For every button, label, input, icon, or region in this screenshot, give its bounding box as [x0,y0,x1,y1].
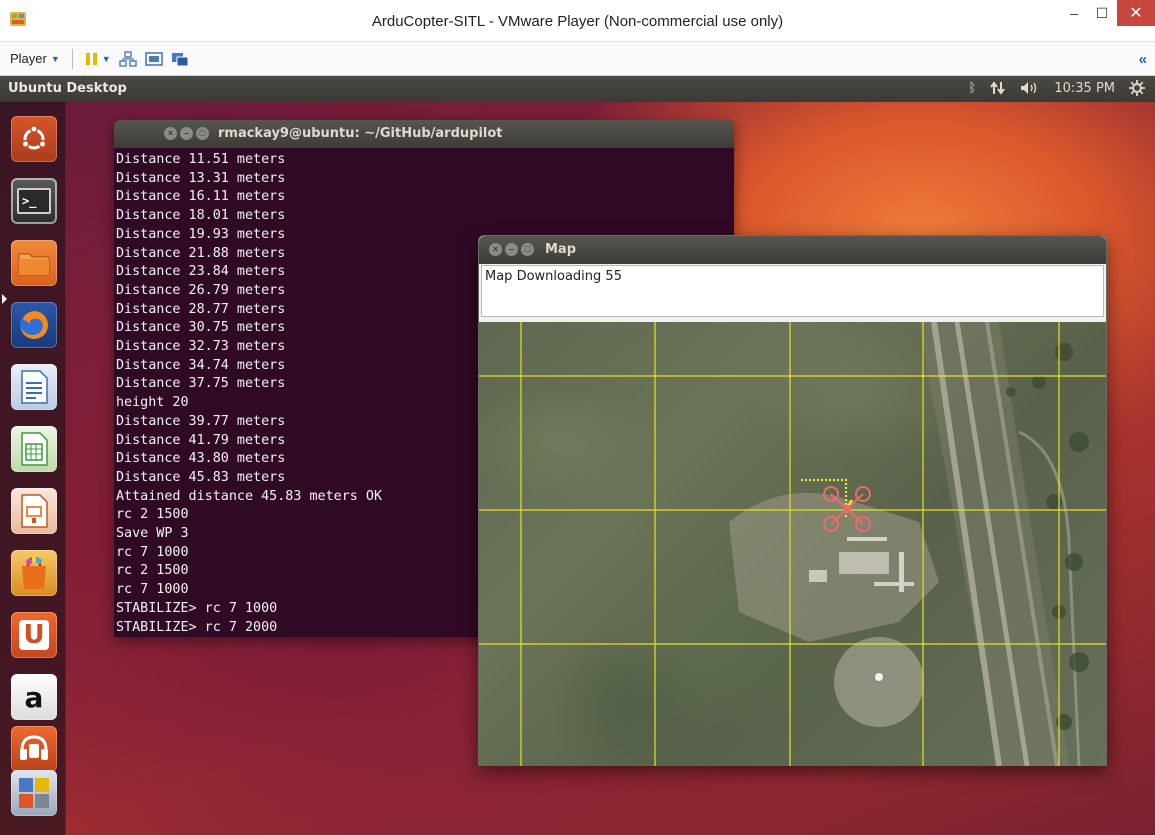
panel-indicators: ᛒ 10:35 PM [969,80,1145,96]
terminal-title: rmackay9@ubuntu: ~/GitHub/ardupilot [218,126,503,141]
launcher-ubuntu-one[interactable]: U [11,612,57,658]
amazon-icon: a [24,680,44,714]
volume-icon[interactable] [1020,81,1040,95]
suspend-button[interactable]: ▼ [85,52,111,66]
building [809,570,827,582]
launcher-writer[interactable] [11,364,57,410]
map-status-text: Map Downloading 55 [485,269,622,284]
session-gear-icon[interactable] [1129,80,1145,96]
pad-center [875,673,883,681]
map-title: Map [545,242,577,257]
folder-icon [18,253,50,276]
toolbar-divider [71,48,73,69]
bluetooth-icon[interactable]: ᛒ [969,81,977,96]
launcher-ubuntu-one-music[interactable] [11,726,57,772]
launcher-dash-home[interactable] [11,116,57,162]
active-app-indicator [2,294,7,304]
cleared-field [729,492,939,642]
close-icon[interactable]: × [489,243,502,256]
terminal-icon: >_ [17,188,51,214]
vmware-titlebar: ArduCopter-SITL - VMware Player (Non-com… [0,0,1155,42]
launcher-calc[interactable] [11,426,57,472]
map-window[interactable]: × – □ Map Map Downloading 55 [478,235,1107,766]
firefox-icon [20,311,48,339]
workspace-switcher-icon [19,778,49,808]
minimize-icon[interactable]: – [505,243,518,256]
send-ctrl-alt-del-icon[interactable] [119,50,137,67]
maximize-icon[interactable]: □ [521,243,534,256]
terminal-line: Distance 16.11 meters [116,189,286,205]
satellite-map[interactable] [479,322,1106,766]
impress-icon [21,494,48,528]
pause-icon [85,52,97,65]
player-menu-label: Player [10,51,47,66]
launcher-firefox[interactable] [11,302,57,348]
map-titlebar[interactable]: × – □ Map [479,236,1106,264]
ubuntu-one-icon: U [19,620,49,650]
close-icon[interactable]: × [164,127,177,140]
building [839,552,889,574]
unity-mode-icon[interactable] [171,51,189,67]
launcher-terminal[interactable]: >_ [11,178,57,224]
launcher-amazon[interactable]: a [11,674,57,720]
fullscreen-icon[interactable] [144,51,163,67]
circular-pad [834,637,924,727]
close-button[interactable]: ✕ [1117,0,1155,26]
clock-label[interactable]: 10:35 PM [1054,81,1115,96]
panel-title: Ubuntu Desktop [8,81,127,96]
chevron-down-icon: ▼ [101,53,111,64]
launcher-files[interactable] [11,240,57,286]
unity-launcher: >_ U a [0,102,66,835]
terminal-line: Distance 13.31 meters [116,170,286,186]
collapse-toolbar-button[interactable]: « [1139,51,1147,68]
player-menu-button[interactable]: Player ▼ [10,51,60,66]
terminal-titlebar[interactable]: × – □ rmackay9@ubuntu: ~/GitHub/ardupilo… [114,120,734,148]
terminal-line: Distance 11.51 meters [116,152,286,167]
window-title: ArduCopter-SITL - VMware Player (Non-com… [371,13,784,30]
vmware-toolbar: Player ▼ ▼ « [0,42,1155,76]
maximize-button[interactable]: ☐ [1088,0,1116,26]
maximize-icon[interactable]: □ [196,127,209,140]
launcher-workspaces[interactable] [11,770,57,816]
ubuntu-logo-icon [21,125,47,150]
launcher-impress[interactable] [11,488,57,534]
ubuntu-top-panel: Ubuntu Desktop ᛒ 10:35 PM [0,76,1155,102]
network-icon[interactable] [990,81,1006,95]
calc-icon [21,432,48,466]
writer-icon [21,370,48,404]
terminal-line: Distance 18.01 meters [116,208,286,224]
shopping-bag-icon [22,556,46,589]
map-status-panel: Map Downloading 55 [481,265,1104,317]
launcher-software-center[interactable] [11,550,57,596]
minimize-icon[interactable]: – [180,127,193,140]
ubuntu-one-music-icon [20,735,48,760]
minimize-button[interactable]: – [1060,0,1088,26]
chevron-down-icon: ▼ [50,53,60,64]
map-overlay [479,322,1106,766]
